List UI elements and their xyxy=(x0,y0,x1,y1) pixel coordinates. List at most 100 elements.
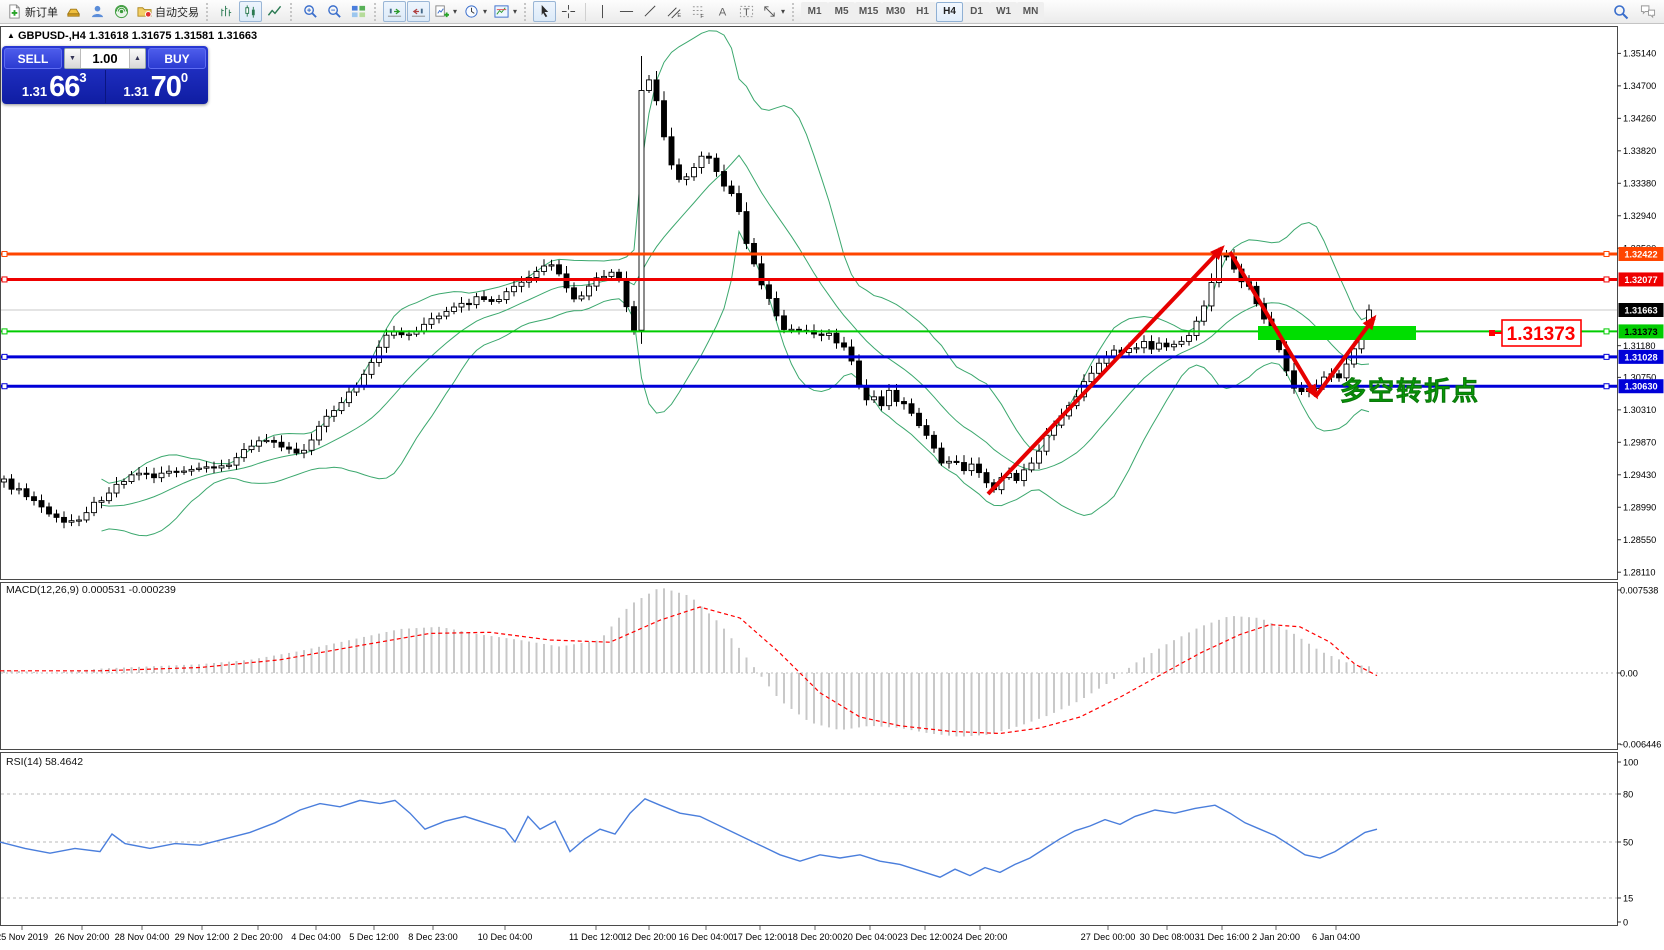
timeframe-button-m30[interactable]: M30 xyxy=(882,2,909,22)
svg-text:6 Jan 04:00: 6 Jan 04:00 xyxy=(1312,932,1360,942)
new-order-icon xyxy=(7,4,22,19)
chevron-down-icon: ▾ xyxy=(781,7,785,16)
cursor-icon xyxy=(537,4,552,19)
one-click-trading-panel: SELL ▼ ▲ BUY 1.31 66 3 1.31 70 0 xyxy=(2,46,208,104)
svg-text:50: 50 xyxy=(1623,837,1633,847)
toolbar-separator xyxy=(585,3,586,21)
text-icon: A xyxy=(715,4,730,19)
gold-icon xyxy=(66,4,81,19)
svg-text:29 Nov 12:00: 29 Nov 12:00 xyxy=(175,932,230,942)
auto-scroll-button[interactable] xyxy=(383,1,406,22)
auto-trading-button[interactable]: 自动交易 xyxy=(134,1,202,22)
chevron-down-icon: ▾ xyxy=(513,7,517,16)
annotation-text[interactable]: 多空转折点 xyxy=(1340,376,1480,406)
buy-price[interactable]: 1.31 70 0 xyxy=(106,70,207,103)
symbol-ohlc: 1.31618 1.31675 1.31581 1.31663 xyxy=(89,30,257,42)
svg-text:24 Dec 20:00: 24 Dec 20:00 xyxy=(953,932,1008,942)
buy-button[interactable]: BUY xyxy=(148,48,206,69)
chart-panes xyxy=(1,27,1618,926)
buy-price-sup: 0 xyxy=(181,70,188,85)
new-order-button[interactable]: 新订单 xyxy=(4,1,61,22)
volume-increase-button[interactable]: ▲ xyxy=(129,49,145,68)
zoom-out-button[interactable] xyxy=(323,1,346,22)
timeframe-button-w1[interactable]: W1 xyxy=(990,2,1017,22)
svg-text:0: 0 xyxy=(1623,917,1628,927)
macd-label: MACD(12,26,9) 0.000531 -0.000239 xyxy=(6,584,176,596)
svg-text:-0.006446: -0.006446 xyxy=(1620,739,1661,749)
text-button[interactable]: A xyxy=(711,1,734,22)
crosshair-button[interactable] xyxy=(557,1,580,22)
svg-text:27 Dec 00:00: 27 Dec 00:00 xyxy=(1081,932,1136,942)
svg-text:30 Dec 08:00: 30 Dec 08:00 xyxy=(1140,932,1195,942)
vertical-line-icon xyxy=(595,4,610,19)
sell-button[interactable]: SELL xyxy=(4,48,62,69)
price-callout[interactable]: 1.31373 xyxy=(1489,320,1581,346)
clock-icon xyxy=(464,4,479,19)
candlestick-icon xyxy=(243,4,258,19)
arrows-button[interactable]: ▾ xyxy=(759,1,788,22)
template-button[interactable]: ▾ xyxy=(491,1,520,22)
zoom-in-button[interactable] xyxy=(299,1,322,22)
svg-text:0.00: 0.00 xyxy=(1620,668,1638,678)
svg-text:20 Dec 04:00: 20 Dec 04:00 xyxy=(843,932,898,942)
chevron-down-icon: ▾ xyxy=(483,7,487,16)
toolbar-separator xyxy=(524,3,529,21)
svg-text:1.29870: 1.29870 xyxy=(1623,438,1656,448)
timeframe-button-mn[interactable]: MN xyxy=(1017,2,1044,22)
volume-decrease-button[interactable]: ▼ xyxy=(65,49,81,68)
timeframe-button-h4[interactable]: H4 xyxy=(936,2,963,22)
period-button[interactable]: ▾ xyxy=(461,1,490,22)
market-watch-button[interactable] xyxy=(62,1,85,22)
toolbar: 新订单 自动交易 xyxy=(0,0,1664,24)
svg-text:8 Dec 23:00: 8 Dec 23:00 xyxy=(408,932,458,942)
sell-price[interactable]: 1.31 66 3 xyxy=(4,70,106,103)
svg-text:1.33380: 1.33380 xyxy=(1623,179,1656,189)
volume-input[interactable] xyxy=(81,49,129,68)
bar-chart-button[interactable] xyxy=(215,1,238,22)
fibonacci-button[interactable]: F xyxy=(687,1,710,22)
auto-trading-label: 自动交易 xyxy=(155,4,199,20)
svg-text:12 Dec 20:00: 12 Dec 20:00 xyxy=(622,932,677,942)
chart-canvas[interactable]: 1.351401.347001.342601.338201.333801.329… xyxy=(0,0,1664,950)
svg-text:1.31373: 1.31373 xyxy=(1624,327,1657,337)
svg-text:1.30630: 1.30630 xyxy=(1624,382,1657,392)
svg-text:16 Dec 04:00: 16 Dec 04:00 xyxy=(679,932,734,942)
svg-text:5 Dec 12:00: 5 Dec 12:00 xyxy=(349,932,399,942)
svg-text:100: 100 xyxy=(1623,757,1638,767)
vertical-line-button[interactable] xyxy=(591,1,614,22)
timeframe-button-m5[interactable]: M5 xyxy=(828,2,855,22)
timeframe-button-d1[interactable]: D1 xyxy=(963,2,990,22)
tile-windows-button[interactable] xyxy=(347,1,370,22)
chart-shift-button[interactable] xyxy=(407,1,430,22)
chart-shift-icon xyxy=(411,4,426,19)
channel-button[interactable]: E xyxy=(663,1,686,22)
cursor-button[interactable] xyxy=(533,1,556,22)
buy-price-big: 70 xyxy=(151,73,181,102)
text-label-button[interactable]: T xyxy=(735,1,758,22)
chevron-down-icon: ▾ xyxy=(453,7,457,16)
svg-text:1.28110: 1.28110 xyxy=(1623,568,1656,578)
trendline-button[interactable] xyxy=(639,1,662,22)
svg-text:1.34700: 1.34700 xyxy=(1623,81,1656,91)
line-chart-button[interactable] xyxy=(263,1,286,22)
timeframe-button-h1[interactable]: H1 xyxy=(909,2,936,22)
chat-button[interactable] xyxy=(1636,1,1660,22)
svg-text:23 Dec 12:00: 23 Dec 12:00 xyxy=(898,932,953,942)
svg-text:1.31180: 1.31180 xyxy=(1623,341,1656,351)
text-label-icon: T xyxy=(739,4,754,19)
new-order-label: 新订单 xyxy=(25,4,58,20)
timeframe-button-m1[interactable]: M1 xyxy=(801,2,828,22)
data-window-button[interactable] xyxy=(86,1,109,22)
navigator-button[interactable] xyxy=(110,1,133,22)
svg-text:1.34260: 1.34260 xyxy=(1623,114,1656,124)
new-chart-button[interactable]: ▾ xyxy=(431,1,460,22)
svg-text:2 Jan 20:00: 2 Jan 20:00 xyxy=(1252,932,1300,942)
candlestick-chart-button[interactable] xyxy=(239,1,262,22)
svg-text:1.32422: 1.32422 xyxy=(1624,249,1657,259)
svg-text:1.32940: 1.32940 xyxy=(1623,211,1656,221)
horizontal-line-button[interactable] xyxy=(615,1,638,22)
svg-text:1.28550: 1.28550 xyxy=(1623,535,1656,545)
timeframe-button-m15[interactable]: M15 xyxy=(855,2,882,22)
search-button[interactable] xyxy=(1609,1,1632,22)
horizontal-line-icon xyxy=(619,4,634,19)
